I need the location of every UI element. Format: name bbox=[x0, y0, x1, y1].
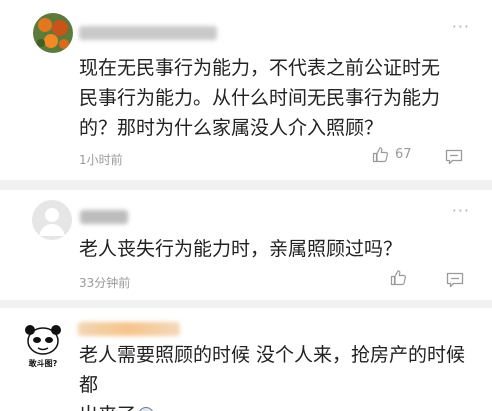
like-button[interactable] bbox=[390, 269, 413, 286]
like-button[interactable]: 67 bbox=[372, 146, 412, 163]
comment-item: 敢斗图? 老人需要照顾的时候 没个人来，抢房产的时候都 出来了 bbox=[0, 308, 492, 411]
thumbs-up-icon bbox=[390, 270, 407, 286]
avatar[interactable]: 敢斗图? bbox=[19, 322, 67, 370]
avatar[interactable] bbox=[32, 200, 72, 240]
emoji-icon bbox=[138, 407, 155, 411]
comment-time: 1小时前 bbox=[79, 153, 123, 167]
divider bbox=[0, 180, 492, 190]
thumbs-up-icon bbox=[372, 147, 389, 163]
comment-time: 33分钟前 bbox=[79, 276, 131, 290]
comment-text: 老人需要照顾的时候 没个人来，抢房产的时候都 出来了 bbox=[79, 340, 479, 411]
avatar[interactable] bbox=[33, 13, 73, 53]
username-blurred[interactable] bbox=[80, 210, 128, 224]
comment-text-content: 老人需要照顾的时候 没个人来，抢房产的时候都 出来了 bbox=[79, 344, 466, 411]
comment-text: 老人丧失行为能力时，亲属照顾过吗？ bbox=[79, 238, 403, 260]
divider bbox=[0, 300, 492, 308]
comment-item: ··· 现在无民事行为能力，不代表之前公证时无 民事行为能力。从什么时间无民事行… bbox=[0, 0, 492, 180]
avatar-caption: 敢斗图? bbox=[29, 358, 58, 368]
username-blurred[interactable] bbox=[79, 26, 217, 40]
reply-icon[interactable] bbox=[445, 149, 463, 169]
like-count: 67 bbox=[395, 147, 412, 162]
comment-item: ··· 老人丧失行为能力时，亲属照顾过吗？ 33分钟前 bbox=[0, 190, 492, 300]
more-icon[interactable]: ··· bbox=[452, 19, 470, 35]
more-icon[interactable]: ··· bbox=[452, 203, 470, 219]
reply-icon[interactable] bbox=[446, 272, 464, 292]
username-blurred[interactable] bbox=[78, 322, 180, 336]
comment-text: 现在无民事行为能力，不代表之前公证时无 民事行为能力。从什么时间无民事行为能力 … bbox=[79, 57, 441, 139]
